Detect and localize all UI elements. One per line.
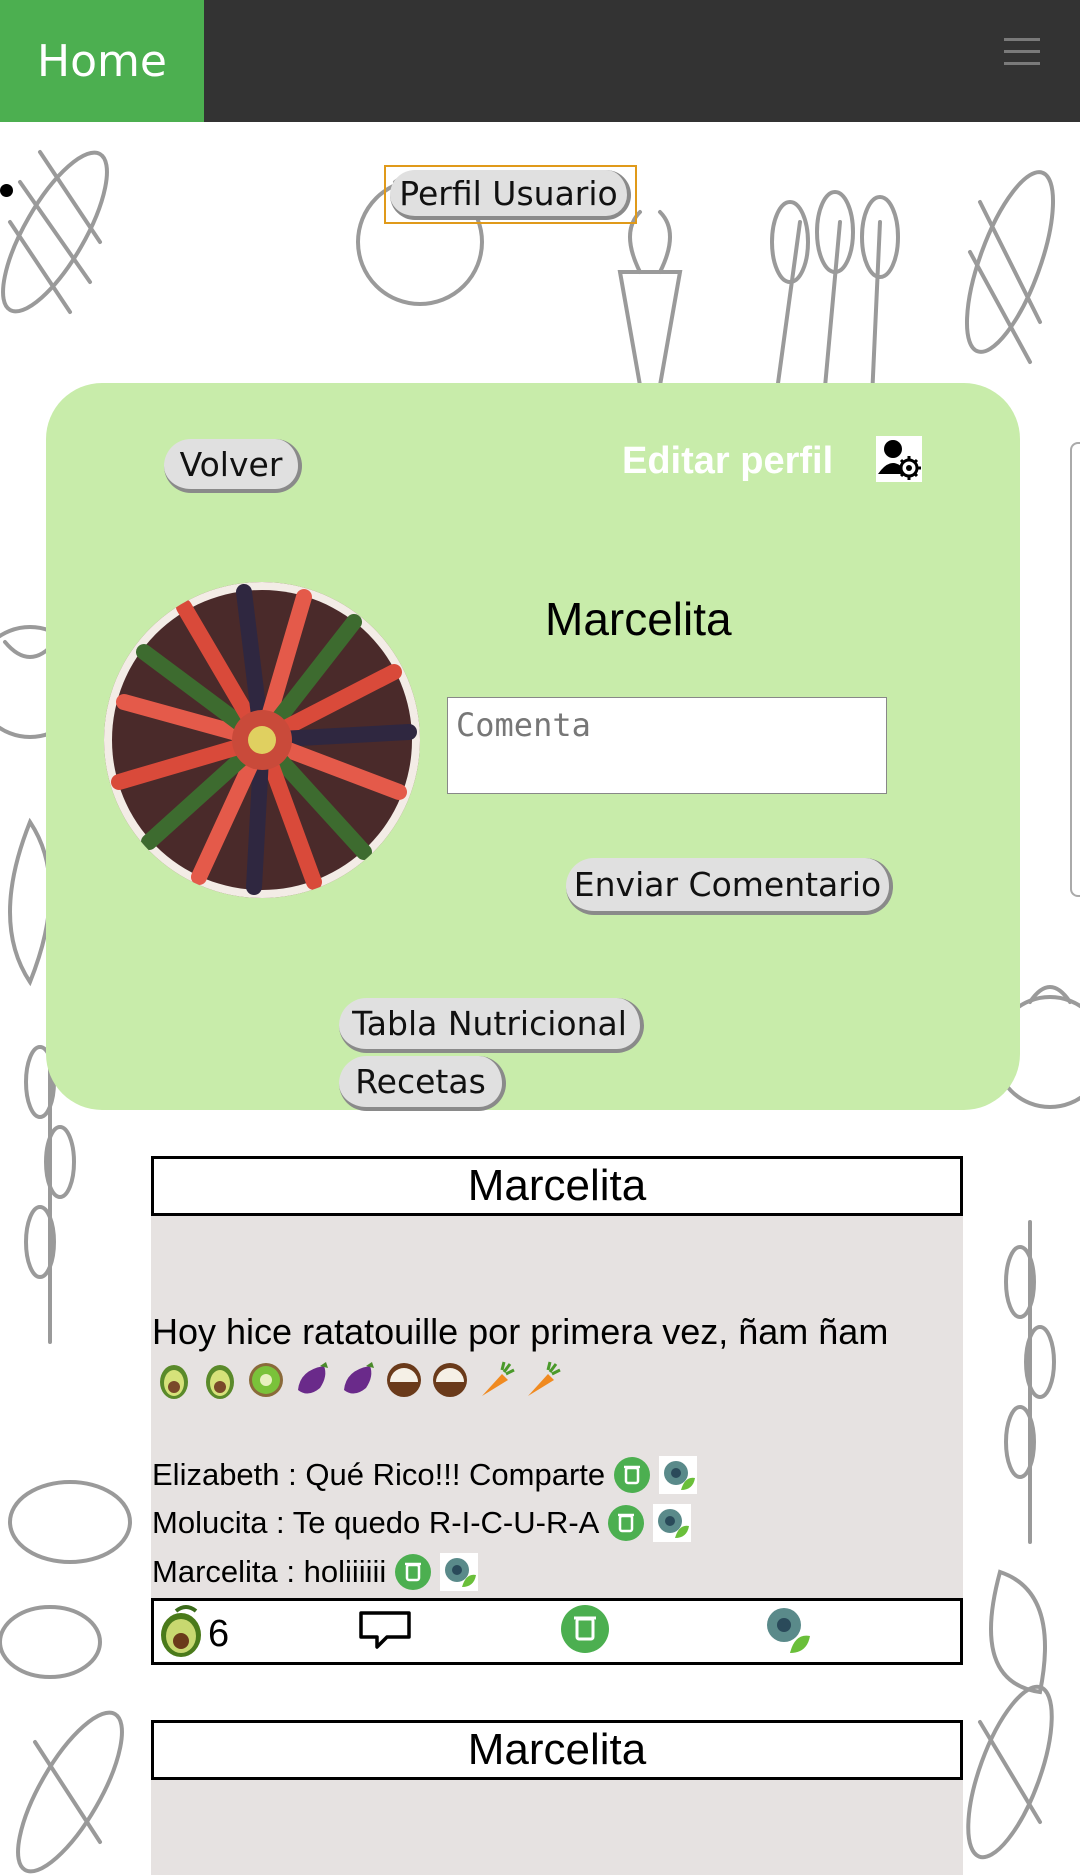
edit-comment-gear-icon[interactable] (659, 1456, 698, 1494)
coconut-icon (430, 1360, 470, 1400)
post-author: Marcelita (151, 1156, 963, 1216)
profile-username: Marcelita (545, 593, 732, 645)
eggplant-icon (292, 1360, 332, 1400)
like-count: 6 (208, 1613, 230, 1655)
carrot-icon (522, 1360, 562, 1400)
recipes-button[interactable]: Recetas (339, 1056, 506, 1111)
delete-comment-icon[interactable] (394, 1553, 432, 1591)
delete-comment-icon[interactable] (613, 1456, 651, 1494)
eggplant-icon (338, 1360, 378, 1400)
comment-text: Elizabeth : Qué Rico!!! Comparte (152, 1457, 606, 1492)
post-author: Marcelita (151, 1720, 963, 1780)
carrot-icon (476, 1360, 516, 1400)
avocado-like-icon[interactable] (156, 1603, 206, 1663)
coconut-icon (384, 1360, 424, 1400)
nutrition-table-button[interactable]: Tabla Nutricional (339, 998, 644, 1053)
post-text: Hoy hice ratatouille por primera vez, ña… (152, 1311, 889, 1352)
comment-icon[interactable] (358, 1607, 412, 1655)
hamburger-menu-icon[interactable] (1004, 38, 1040, 72)
back-button[interactable]: Volver (164, 439, 302, 493)
edit-profile-link[interactable]: Editar perfil (622, 440, 833, 483)
home-button[interactable]: Home (0, 0, 204, 122)
avocado-icon (200, 1360, 240, 1400)
post-action-bar: 6 (151, 1598, 963, 1665)
post-emoji-row (154, 1360, 562, 1400)
profile-button[interactable]: Perfil Usuario (390, 170, 631, 220)
top-nav: Home (0, 0, 1080, 122)
comment-text: Marcelita : holiiiiii (152, 1554, 387, 1589)
profile-avatar (104, 582, 420, 898)
send-comment-button[interactable]: Enviar Comentario (566, 858, 893, 915)
comment-item: Elizabeth : Qué Rico!!! Comparte (152, 1456, 698, 1494)
post-body (151, 1780, 963, 1875)
comment-item: Molucita : Te quedo R-I-C-U-R-A (152, 1504, 692, 1542)
delete-post-icon[interactable] (559, 1603, 611, 1659)
side-panel-edge (1070, 442, 1080, 897)
comment-item: Marcelita : holiiiiii (152, 1553, 479, 1591)
comment-input[interactable] (447, 697, 887, 794)
profile-button-focus: Perfil Usuario (384, 165, 637, 224)
edit-post-gear-icon[interactable] (760, 1601, 814, 1661)
edit-comment-gear-icon[interactable] (653, 1504, 692, 1542)
delete-comment-icon[interactable] (607, 1504, 645, 1542)
list-bullet (0, 184, 13, 197)
kiwi-icon (246, 1360, 286, 1400)
avocado-icon (154, 1360, 194, 1400)
comment-text: Molucita : Te quedo R-I-C-U-R-A (152, 1505, 600, 1540)
user-settings-icon[interactable] (876, 436, 922, 482)
edit-comment-gear-icon[interactable] (440, 1553, 479, 1591)
